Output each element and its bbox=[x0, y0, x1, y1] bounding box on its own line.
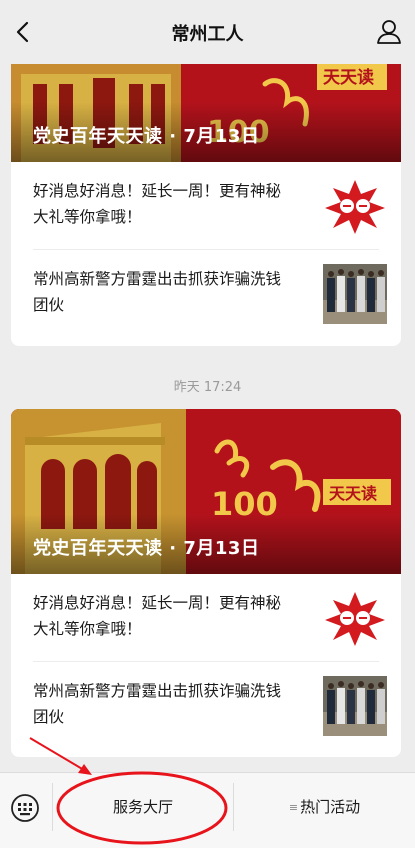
badge-text: 天天读 bbox=[323, 67, 374, 88]
article-item[interactable]: 常州高新警方雷霆出击抓获诈骗洗钱团伙 bbox=[33, 250, 387, 338]
article-thumbnail bbox=[323, 676, 387, 736]
article-thumbnail bbox=[323, 176, 387, 236]
article-card: 100 天天读 党史百年天天读 · 7月13日 好消息好消息！延长一周！更有神秘… bbox=[11, 64, 401, 346]
message-timestamp: 昨天 17:24 bbox=[173, 380, 242, 395]
keyboard-icon[interactable] bbox=[8, 791, 42, 825]
badge-text: 天天读 bbox=[329, 484, 377, 503]
banner-caption: 党史百年天天读 · 7月13日 bbox=[33, 126, 260, 147]
article-item[interactable]: 常州高新警方雷霆出击抓获诈骗洗钱团伙 bbox=[33, 662, 387, 750]
person-icon[interactable] bbox=[373, 16, 405, 48]
top-bar: 常州工人 bbox=[0, 0, 415, 64]
menu-item-label: 热门活动 bbox=[300, 798, 361, 816]
menu-item-label: 服务大厅 bbox=[112, 798, 173, 816]
article-title: 好消息好消息！延长一周！更有神秘大礼等你拿哦！ bbox=[33, 182, 282, 226]
article-title: 常州高新警方雷霆出击抓获诈骗洗钱团伙 bbox=[33, 270, 282, 314]
menu-item-hot-events[interactable]: ≡ 热门活动 bbox=[234, 783, 415, 831]
banner-caption: 党史百年天天读 · 7月13日 bbox=[33, 538, 260, 559]
article-item[interactable]: 好消息好消息！延长一周！更有神秘大礼等你拿哦！ bbox=[33, 162, 387, 250]
article-title: 常州高新警方雷霆出击抓获诈骗洗钱团伙 bbox=[33, 682, 282, 726]
menu-lines-icon: ≡ bbox=[288, 801, 299, 814]
page-title: 常州工人 bbox=[171, 24, 244, 45]
article-thumbnail bbox=[323, 264, 387, 324]
menu-bar: 服务大厅 ≡ 热门活动 bbox=[0, 772, 415, 848]
article-card: 100 天天读 党史百年天天读 · 7月13日 好消息好消息！延长一周！更有神秘… bbox=[11, 409, 401, 757]
article-thumbnail bbox=[323, 588, 387, 648]
article-item[interactable]: 好消息好消息！延长一周！更有神秘大礼等你拿哦！ bbox=[33, 574, 387, 662]
message-feed[interactable]: 100 天天读 党史百年天天读 · 7月13日 好消息好消息！延长一周！更有神秘… bbox=[0, 64, 415, 772]
article-banner[interactable]: 100 天天读 党史百年天天读 · 7月13日 bbox=[11, 64, 401, 162]
article-banner[interactable]: 100 天天读 党史百年天天读 · 7月13日 bbox=[11, 409, 401, 574]
menu-item-service-hall[interactable]: 服务大厅 bbox=[53, 783, 233, 831]
article-title: 好消息好消息！延长一周！更有神秘大礼等你拿哦！ bbox=[33, 594, 282, 638]
